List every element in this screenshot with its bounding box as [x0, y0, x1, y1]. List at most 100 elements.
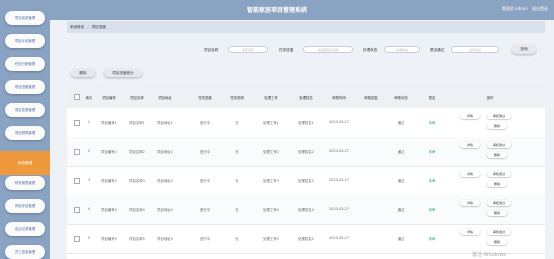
sidebar-item-active[interactable]: 系统管理 [0, 151, 50, 175]
cell-worker-name: 处理姓名4 [298, 208, 314, 212]
cell-desc: 无 [235, 121, 239, 125]
sidebar-item-meeting[interactable]: 会议记录管理 [5, 222, 45, 236]
cell-desc: 无 [235, 208, 239, 212]
cell-index: 3 [87, 178, 91, 182]
audit-button[interactable]: 审核通过 [487, 113, 511, 119]
audit-button[interactable]: 审核通过 [487, 171, 511, 177]
search-bar: 项目名称 项目名称 任务进度 请选择任务进度 处理状态 处理状态 是否通过 是否… [0, 45, 554, 54]
search-input-pass[interactable]: 是否通过 [451, 46, 499, 53]
audit-button[interactable]: 审核通过 [487, 200, 511, 206]
sidebar-item-task-assign[interactable]: 任务分配管理 [5, 57, 45, 71]
sidebar-item-project-info[interactable]: 项目信息管理 [5, 11, 45, 25]
header-name: 项目名称 [130, 96, 144, 100]
sidebar-item-finance[interactable]: 财务报表管理 [5, 176, 45, 190]
cell-progress: 进行中 [199, 150, 211, 154]
cell-code: 项目编号5 [101, 237, 117, 241]
cell-addr: 项目地址5 [157, 237, 173, 241]
detail-button[interactable]: 详情 [460, 113, 480, 119]
cell-time: 2023-03-27 [329, 178, 349, 182]
search-button[interactable]: 查询 [512, 45, 536, 54]
table-row: 4 项目编号4 项目名称4 项目地址4 进行中 无 处理工号4 处理姓名4 20… [67, 195, 545, 225]
cell-progress: 进行中 [199, 237, 211, 241]
cell-index: 5 [87, 236, 91, 240]
sidebar-item-project-progress[interactable]: 项目进度管理 [5, 80, 45, 94]
windows-activation-watermark: 激活 Windows [472, 252, 506, 258]
table-header: 索引 项目编号 项目名称 项目地址 任务进度 任务说明 处理工号 处理姓名 审核… [67, 86, 545, 108]
search-label-status: 处理状态 [363, 48, 378, 52]
app-title: 智能家居项目管理系统 [246, 7, 307, 14]
logout-link[interactable]: 退出登录 [532, 6, 548, 11]
table-row: 2 项目编号2 项目名称2 项目地址2 进行中 无 处理工号2 处理姓名2 20… [67, 137, 545, 167]
cell-progress: 进行中 [199, 208, 211, 212]
cell-name: 项目名称4 [129, 208, 145, 212]
search-label-pass: 是否通过 [430, 48, 445, 52]
cell-code: 项目编号2 [101, 150, 117, 154]
user-info: 管理员 admin 退出登录 [499, 6, 548, 12]
breadcrumb-home[interactable]: 系统首页 [70, 25, 84, 29]
cell-index: 2 [87, 149, 91, 153]
row-delete-button[interactable]: 删除 [487, 152, 507, 158]
cell-audit: 通过 [397, 121, 405, 125]
header-worker-id: 处理工号 [264, 96, 278, 100]
cell-worker-id: 处理工号5 [263, 237, 279, 241]
cell-time: 2023-03-27 [329, 236, 349, 240]
breadcrumb-current: 项目进度 [91, 25, 106, 29]
row-delete-button[interactable]: 删除 [487, 210, 507, 216]
cell-audit: 通过 [397, 150, 405, 154]
cell-worker-id: 处理工号2 [263, 150, 279, 154]
search-label-progress: 任务进度 [279, 48, 294, 52]
row-delete-button[interactable]: 删除 [487, 181, 507, 187]
row-checkbox[interactable] [74, 149, 80, 155]
report-button[interactable]: 项目进度统计 [104, 69, 142, 77]
detail-button[interactable]: 详情 [460, 171, 480, 177]
delete-button[interactable]: 删除 [71, 69, 95, 77]
cell-worker-id: 处理工号3 [263, 179, 279, 183]
cell-worker-name: 处理姓名2 [298, 150, 314, 154]
breadcrumb: 系统首页 / 项目进度 [67, 21, 545, 33]
cell-progress: 进行中 [199, 179, 211, 183]
audit-button[interactable]: 审核通过 [487, 229, 511, 235]
row-checkbox[interactable] [74, 120, 80, 126]
data-table: 索引 项目编号 项目名称 项目地址 任务进度 任务说明 处理工号 处理姓名 审核… [67, 86, 545, 259]
cell-desc: 无 [235, 150, 239, 154]
row-checkbox[interactable] [74, 178, 80, 184]
sidebar-item-project-change[interactable]: 项目变更管理 [5, 103, 45, 117]
detail-button[interactable]: 详情 [460, 200, 480, 206]
cell-desc: 无 [235, 179, 239, 183]
sidebar-item-project-budget[interactable]: 项目预算管理 [5, 126, 45, 140]
cell-worker-name: 处理姓名1 [298, 121, 314, 125]
user-label: 管理员 admin [501, 6, 528, 11]
cell-worker-name: 处理姓名3 [298, 179, 314, 183]
cell-code: 项目编号3 [101, 179, 117, 183]
cell-status: 未审 [428, 208, 436, 212]
header-worker-name: 处理姓名 [299, 96, 313, 100]
header-desc: 任务说明 [230, 96, 244, 100]
cell-addr: 项目地址2 [157, 150, 173, 154]
select-all-checkbox[interactable] [74, 94, 80, 100]
cell-name: 项目名称1 [129, 121, 145, 125]
cell-name: 项目名称2 [129, 150, 145, 154]
cell-addr: 项目地址4 [157, 208, 173, 212]
cell-addr: 项目地址1 [157, 121, 173, 125]
search-input-status[interactable]: 处理状态 [384, 46, 420, 53]
header-addr: 项目地址 [158, 96, 172, 100]
cell-worker-id: 处理工号1 [263, 121, 279, 125]
cell-audit: 通过 [397, 179, 405, 183]
cell-status: 未审 [428, 179, 436, 183]
audit-button[interactable]: 审核通过 [487, 142, 511, 148]
sidebar-item-staff[interactable]: 员工信息管理 [5, 245, 45, 259]
cell-audit: 通过 [397, 208, 405, 212]
sidebar-item-risk[interactable]: 风险评估管理 [5, 199, 45, 213]
search-input-name[interactable]: 项目名称 [228, 46, 268, 53]
cell-code: 项目编号1 [101, 121, 117, 125]
sidebar: 项目信息管理 项目计划管理 任务分配管理 项目进度管理 项目变更管理 项目预算管… [0, 0, 50, 259]
detail-button[interactable]: 详情 [460, 142, 480, 148]
row-delete-button[interactable]: 删除 [487, 123, 507, 129]
top-bar: 智能家居项目管理系统 管理员 admin 退出登录 [0, 0, 554, 20]
header-index: 索引 [85, 96, 93, 100]
search-select-progress[interactable]: 请选择任务进度 [303, 46, 353, 53]
row-checkbox[interactable] [74, 236, 80, 242]
row-delete-button[interactable]: 删除 [487, 239, 507, 245]
detail-button[interactable]: 详情 [460, 229, 480, 235]
row-checkbox[interactable] [74, 207, 80, 213]
